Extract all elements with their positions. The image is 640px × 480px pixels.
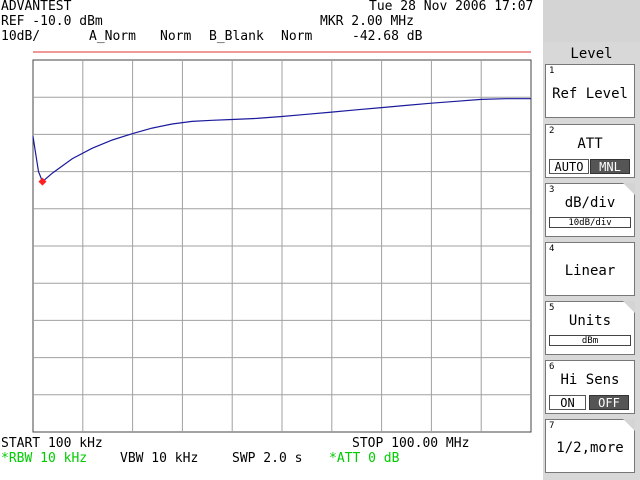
trace-b-label: B_Blank	[209, 29, 264, 44]
datetime: Tue 28 Nov 2006 17:07	[369, 0, 534, 14]
softkey-ref-level[interactable]: 1 Ref Level	[545, 64, 635, 118]
softkey-label: 1/2,more	[556, 440, 624, 456]
softkey-label: Linear	[564, 263, 616, 279]
hi-sens-off-option[interactable]: OFF	[589, 395, 629, 410]
softkey-label: dB/div	[564, 195, 616, 211]
start-frequency: START 100 kHz	[1, 436, 103, 451]
softkey-number: 4	[549, 244, 555, 254]
trace-a-label: A_Norm	[89, 29, 136, 44]
ref-level: REF -10.0 dBm	[1, 14, 103, 29]
softkey-number: 6	[549, 362, 555, 372]
units-value: dBm	[549, 335, 631, 346]
att-manual-option[interactable]: MNL	[590, 159, 630, 174]
stop-frequency: STOP 100.00 MHz	[352, 436, 470, 451]
vbw-setting: VBW 10 kHz	[120, 451, 199, 466]
softkey-number: 2	[549, 126, 555, 136]
softkey-units[interactable]: 5 Units dBm	[545, 301, 635, 355]
page-corner-icon	[623, 419, 635, 431]
softkey-hi-sens[interactable]: 6 Hi Sens ON OFF	[545, 360, 635, 414]
attenuation-setting: *ATT 0 dB	[329, 451, 400, 466]
marker-level: -42.68 dB	[352, 29, 423, 44]
softkey-number: 7	[549, 421, 555, 431]
softkey-label: Hi Sens	[560, 372, 620, 388]
softkey-label: Ref Level	[552, 86, 628, 102]
spectrum-display	[32, 51, 532, 433]
att-auto-option[interactable]: AUTO	[549, 159, 589, 174]
softkey-number: 5	[549, 303, 555, 313]
softkey-label: ATT	[577, 136, 603, 152]
trace-b-mode: Norm	[281, 29, 313, 44]
softkey-att[interactable]: 2 ATT AUTO MNL	[545, 124, 635, 178]
hi-sens-on-option[interactable]: ON	[549, 395, 586, 410]
trace-a-mode: Norm	[160, 29, 192, 44]
softkey-more[interactable]: 7 1/2,more	[545, 419, 635, 473]
softkey-label: Units	[568, 313, 612, 329]
marker-frequency: MKR 2.00 MHz	[320, 14, 414, 29]
brand-label: ADVANTEST	[1, 0, 72, 14]
softkey-linear[interactable]: 4 Linear	[545, 242, 635, 296]
softkey-db-div[interactable]: 3 dB/div 10dB/div	[545, 183, 635, 237]
menu-title: Level	[570, 46, 613, 62]
page-corner-icon	[623, 301, 635, 313]
softkey-number: 3	[549, 185, 555, 195]
page-corner-icon	[623, 183, 635, 195]
softkey-number: 1	[549, 66, 555, 76]
rbw-setting: *RBW 10 kHz	[1, 451, 88, 466]
sweep-time: SWP 2.0 s	[232, 451, 303, 466]
scale-label: 10dB/	[1, 29, 41, 44]
db-div-value: 10dB/div	[549, 217, 631, 228]
